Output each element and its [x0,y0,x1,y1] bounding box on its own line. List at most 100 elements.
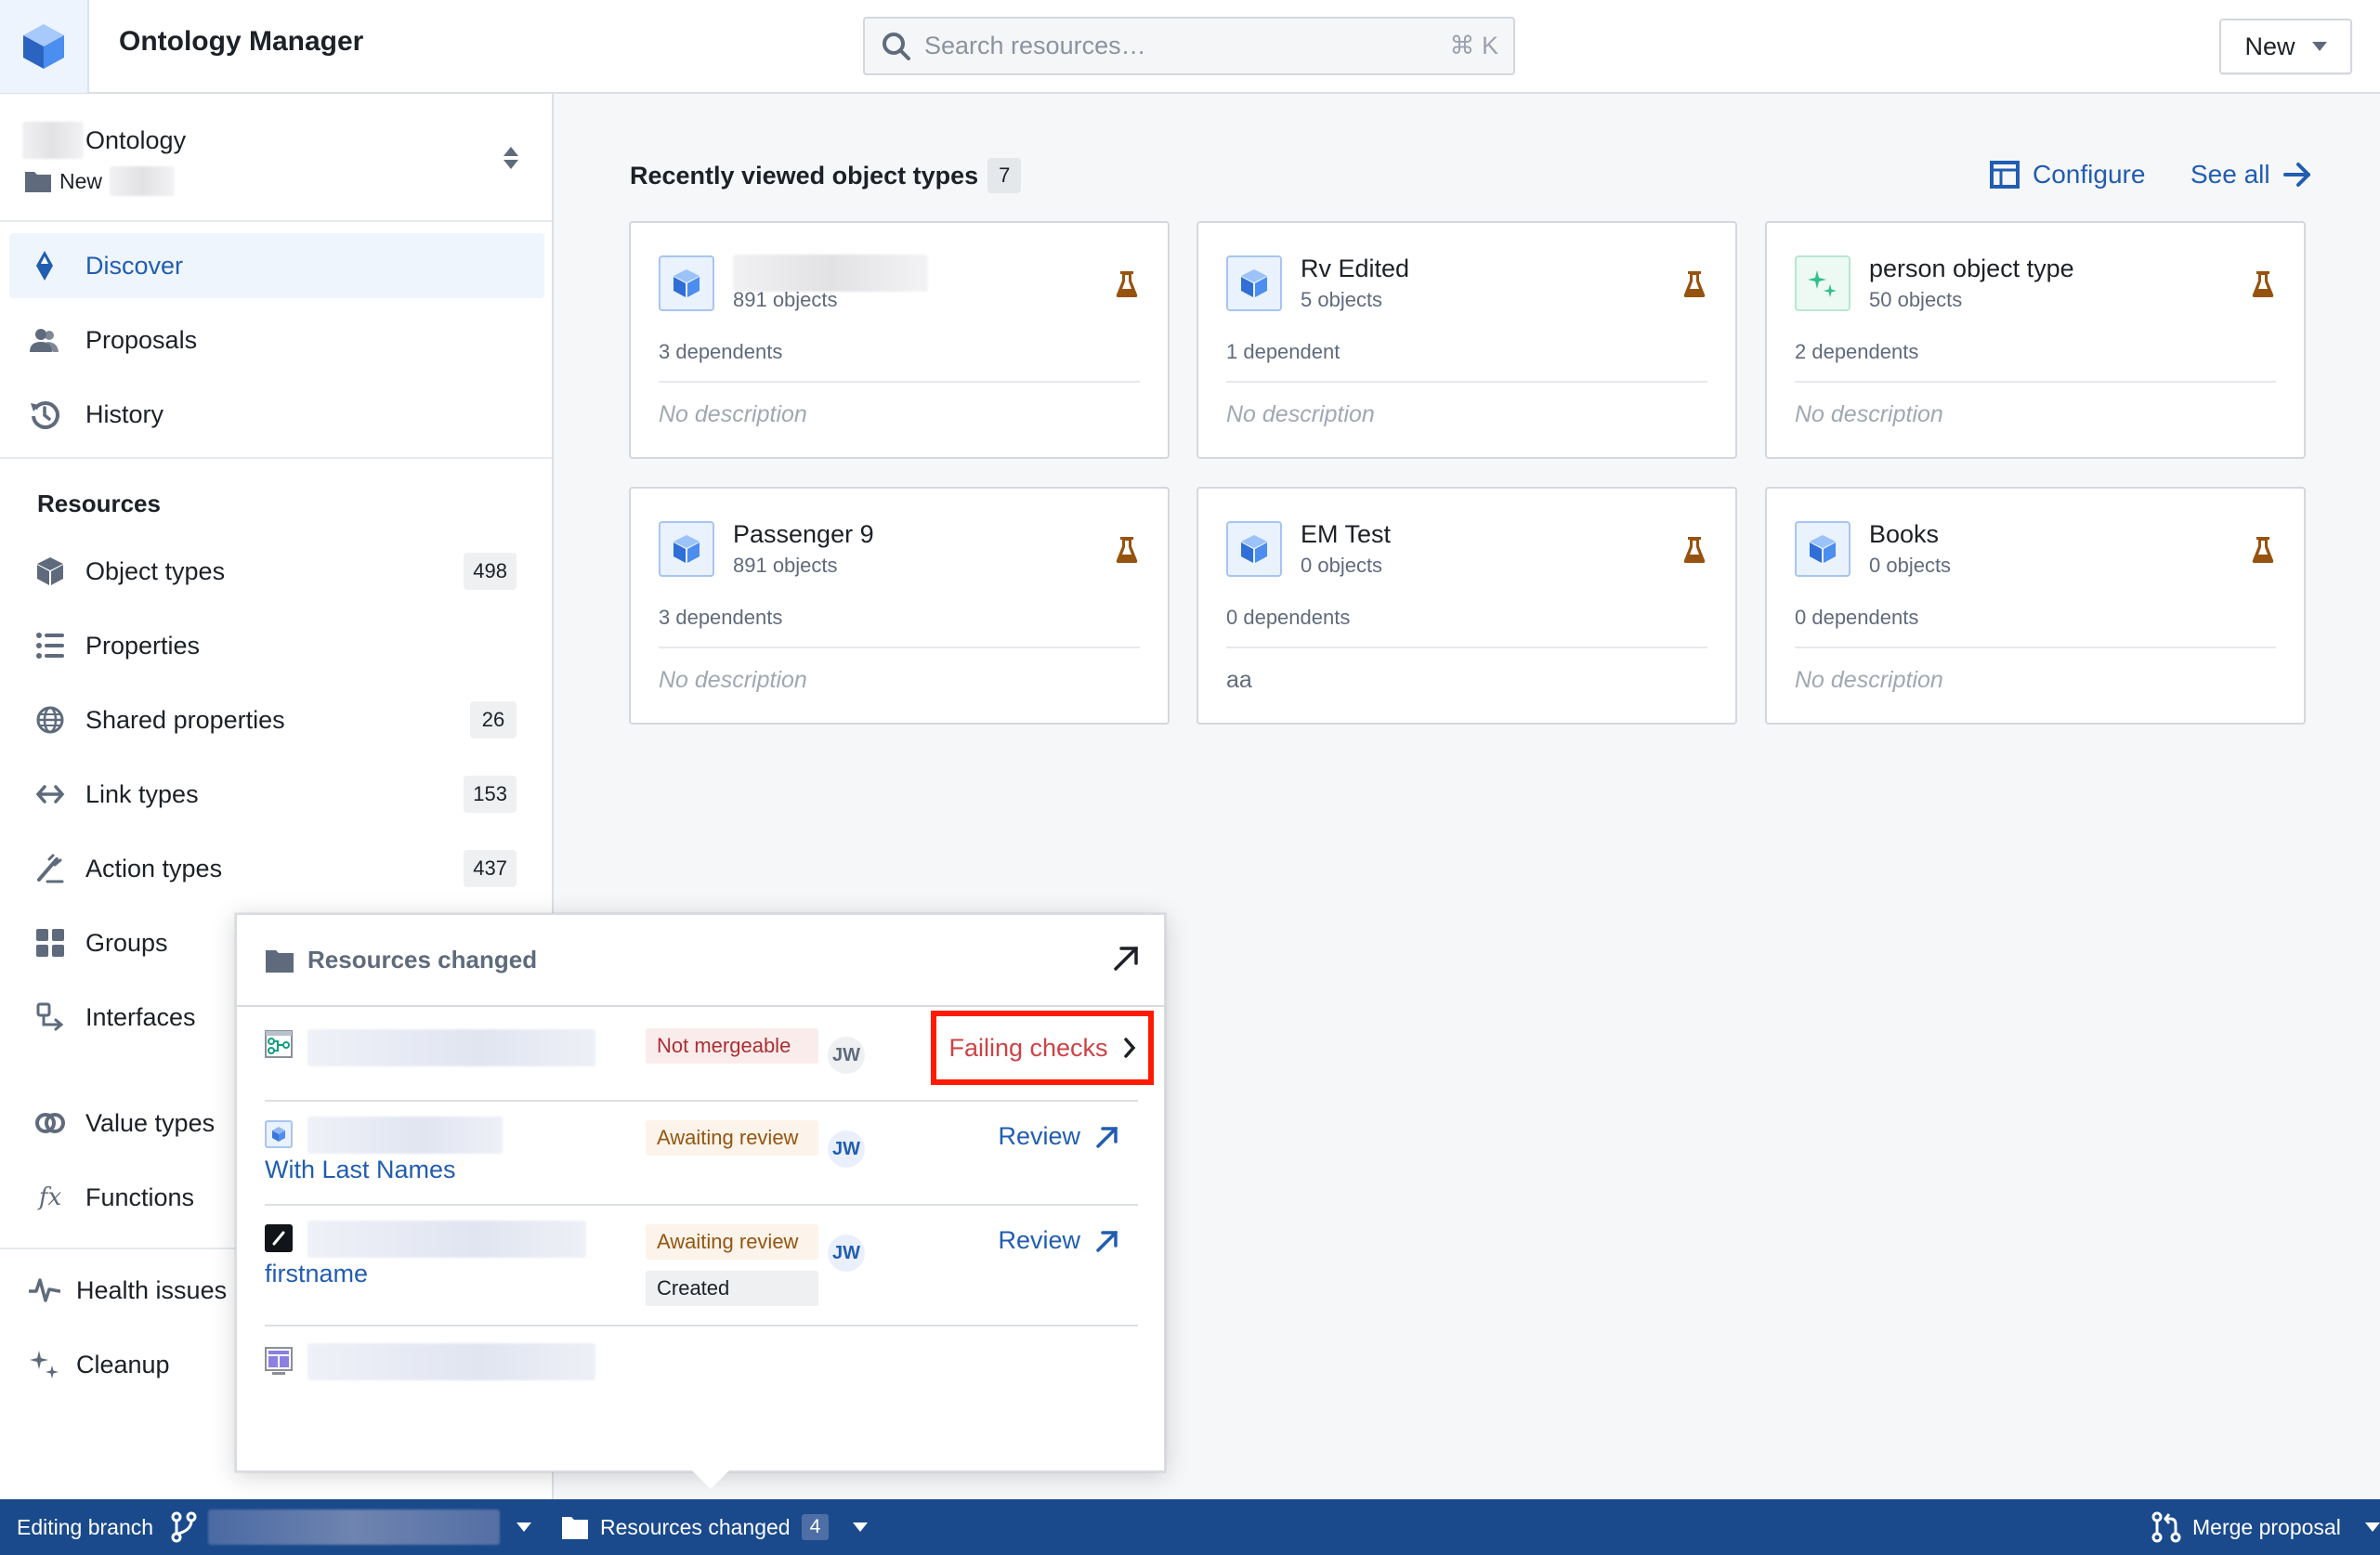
search-input[interactable]: Search resources… ⌘ K [863,17,1515,75]
see-all-link[interactable]: See all [2190,160,2311,189]
card-dependents: 1 dependent [1226,340,1340,363]
review-label: Review [998,1226,1080,1254]
resource-link[interactable]: firstname [265,1260,368,1288]
card-dependents: 3 dependents [659,606,783,629]
card-object-count: 891 objects [733,288,838,311]
nav-proposals[interactable]: Proposals [9,307,544,372]
ontology-name-suffix: Ontology [85,125,187,154]
nav-label: Discover [85,251,184,280]
resources-changed-label: Resources changed [600,1514,791,1539]
pulse-icon [28,1274,61,1307]
object-type-card[interactable]: person object type 50 objects 2 dependents… [1765,221,2306,459]
nav-history[interactable]: History [9,382,544,447]
interface-icon [33,1000,67,1034]
merge-proposal-button[interactable]: Merge proposal [2151,1499,2380,1555]
ontology-folder: New [24,166,176,196]
card-object-count: 5 objects [1301,288,1383,311]
sidebar-item-action-types[interactable]: Action types 437 [33,841,517,896]
open-external-icon[interactable] [1112,945,1140,973]
object-type-card[interactable]: 891 objects 3 dependents No description [629,221,1170,459]
cube-icon [265,1120,293,1148]
resource-row[interactable]: Not mergeable JW Failing checks [265,1009,1154,1102]
value-type-icon [33,1106,67,1140]
card-dependents: 2 dependents [1795,340,1919,363]
object-type-card[interactable]: Books 0 objects 0 dependents No description [1765,487,2306,725]
cube-icon [1226,255,1282,311]
object-type-card[interactable]: Passenger 9 891 objects 3 dependents No des… [629,487,1170,725]
card-dependents: 3 dependents [659,340,783,363]
configure-label: Configure [2033,160,2146,189]
card-description: No description [1226,401,1375,427]
resource-row[interactable]: With Last Names Awaiting review JW Revie… [265,1104,1138,1206]
card-description: No description [659,667,807,693]
card-object-count: 0 objects [1869,554,1952,577]
resource-row[interactable] [265,1328,1138,1403]
folder-icon [25,172,51,192]
arrow-up-right-icon [1096,1126,1118,1148]
editing-label: Editing branch [17,1514,154,1539]
folder-icon [266,949,294,973]
card-divider [1795,381,2276,383]
link-arrows-icon [33,778,67,811]
sidebar-item-properties[interactable]: Properties [33,618,517,673]
cube-logo-icon [23,24,64,69]
grid-icon [33,926,67,960]
card-object-count: 50 objects [1869,288,1963,311]
redacted-name [307,1221,586,1258]
search-icon [883,32,910,60]
resources-changed-popover: Resources changed Not mergeable JW Faili… [235,913,1166,1489]
folder-icon [562,1517,588,1539]
layout-icon [1990,161,2020,189]
resource-link[interactable]: With Last Names [265,1156,456,1184]
review-link[interactable]: Review [998,1226,1119,1255]
redacted-text [22,122,84,159]
object-type-card[interactable]: EM Test 0 objects 0 dependents aa [1197,487,1737,725]
review-link[interactable]: Review [998,1122,1119,1151]
app-header: Ontology Manager Search resources… ⌘ K N… [0,0,2380,94]
sparkle-icon [1795,255,1850,311]
redacted-branch-name [208,1509,500,1545]
card-description: No description [1795,401,1943,427]
card-title: Rv Edited [1301,255,1410,282]
merge-label: Merge proposal [2192,1514,2341,1539]
card-description: No description [1795,667,1943,693]
history-icon [28,398,61,431]
double-caret-icon [503,147,518,169]
redacted-name [307,1343,595,1380]
nav-discover[interactable]: Discover [9,233,544,298]
pencil-icon [265,1224,293,1252]
card-divider [1226,647,1707,648]
new-button[interactable]: New [2219,19,2352,74]
card-object-count: 891 objects [733,554,838,577]
sidebar-item-shared-properties[interactable]: Shared properties 26 [33,692,517,748]
folder-prefix: New [59,168,103,193]
failing-checks-label: Failing checks [948,1033,1108,1062]
workshop-icon [265,1347,293,1375]
people-icon [28,323,61,357]
ontology-switcher[interactable]: Ontology New [0,94,552,222]
popover-title: Resources changed [307,946,538,974]
merge-icon [2151,1511,2181,1543]
cube-icon [659,521,714,577]
resource-row[interactable]: firstname Awaiting review Created JW Rev… [265,1208,1138,1326]
status-tag: Created [646,1271,818,1306]
card-divider [1226,381,1707,383]
avatar: JW [828,1130,865,1168]
sidebar-item-link-types[interactable]: Link types 153 [33,766,517,822]
item-label: Link types [85,779,199,808]
failing-checks-button[interactable]: Failing checks [931,1011,1154,1085]
card-divider [1795,647,2276,648]
arrow-right-icon [2282,163,2310,187]
configure-button[interactable]: Configure [1990,160,2145,189]
branch-selector[interactable] [171,1499,531,1555]
see-all-label: See all [2190,160,2270,189]
function-icon: fx [38,1183,62,1211]
resources-title: Resources [37,490,161,517]
app-logo[interactable] [0,0,89,93]
card-description: No description [659,401,807,427]
item-label: Object types [85,556,226,585]
resources-changed-toggle[interactable]: Resources changed 4 [561,1499,869,1555]
card-title: EM Test [1301,520,1392,548]
object-type-card[interactable]: Rv Edited 5 objects 1 dependent No descript… [1197,221,1737,459]
sidebar-item-object-types[interactable]: Object types 498 [33,543,517,599]
